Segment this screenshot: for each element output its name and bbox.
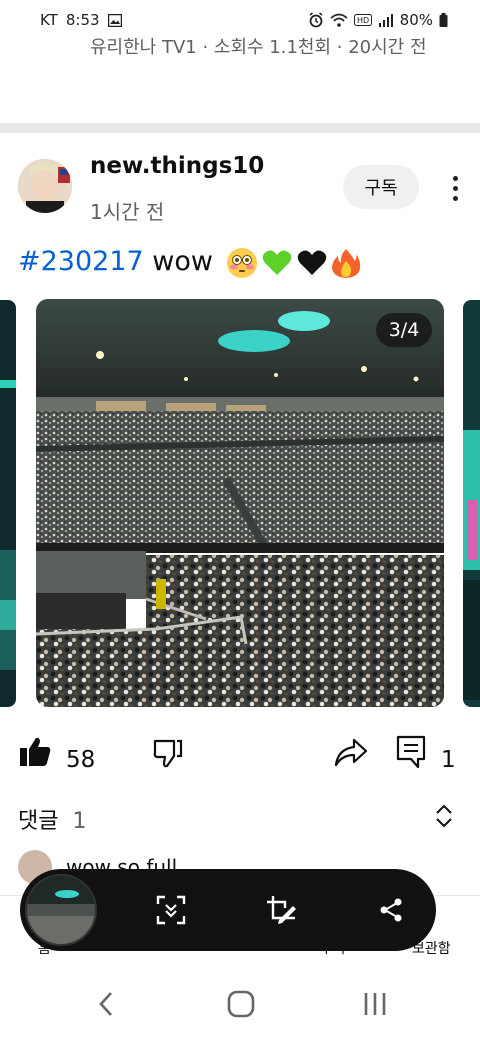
expand-collapse-icon[interactable] — [434, 803, 454, 829]
post-time: 1시간 전 — [90, 200, 165, 224]
battery-percent: 80% — [399, 11, 433, 29]
flushed-face-emoji — [226, 247, 257, 278]
system-navigation-bar — [0, 970, 480, 1040]
crop-edit-icon — [267, 896, 296, 924]
channel-avatar[interactable] — [18, 159, 72, 213]
recents-icon[interactable] — [362, 990, 388, 1018]
share-nodes-icon — [380, 898, 402, 922]
carrier-label: KT — [40, 11, 58, 29]
share-icon[interactable] — [334, 737, 368, 769]
more-dot — [452, 185, 458, 191]
carousel-next-image[interactable] — [463, 300, 480, 707]
gallery-notification-icon — [107, 13, 122, 27]
previous-post-meta: 유리한나 TV1 · 소회수 1.1천회 · 20시간 전 — [90, 37, 427, 58]
scroll-capture-icon — [156, 895, 186, 925]
like-icon[interactable] — [18, 735, 52, 769]
scroll-capture-button[interactable] — [154, 893, 188, 927]
back-icon[interactable] — [96, 990, 116, 1018]
comment-icon[interactable] — [396, 735, 426, 769]
signal-icon — [378, 14, 393, 27]
image-counter-badge: 3/4 — [376, 313, 432, 347]
wifi-icon — [330, 13, 348, 27]
hashtag-link[interactable]: #230217 — [18, 246, 144, 277]
fire-emoji — [331, 248, 360, 278]
hd-voice-icon: HD — [353, 14, 372, 26]
more-dot — [452, 175, 458, 181]
battery-icon — [439, 13, 448, 27]
dislike-icon[interactable] — [152, 737, 184, 769]
share-screenshot-button[interactable] — [374, 893, 408, 927]
subscribe-button[interactable]: 구독 — [343, 165, 419, 209]
comments-header[interactable]: 댓글 1 — [18, 803, 86, 835]
comment-count: 1 — [441, 747, 456, 773]
channel-name[interactable]: new.things10 — [90, 153, 264, 179]
post-actions: 58 1 — [0, 735, 480, 785]
post-text: #230217 wow — [18, 246, 361, 279]
comments-label: 댓글 — [18, 809, 59, 834]
home-icon[interactable] — [227, 990, 255, 1018]
alarm-icon — [309, 12, 323, 28]
post-body-text: wow — [152, 246, 213, 277]
more-dot — [452, 195, 458, 201]
clock: 8:53 — [65, 11, 100, 29]
emoji-row — [226, 247, 361, 279]
status-bar: KT 8:53 HD 80% — [0, 0, 480, 38]
like-count: 58 — [66, 747, 96, 773]
screenshot-toolbar — [20, 869, 436, 951]
more-options-button[interactable] — [440, 168, 470, 208]
post-image[interactable]: 3/4 — [36, 299, 444, 707]
black-heart-emoji — [297, 250, 326, 275]
crop-edit-button[interactable] — [264, 893, 298, 927]
comments-count: 1 — [72, 809, 87, 834]
green-heart-emoji — [262, 250, 291, 275]
screenshot-thumbnail[interactable] — [25, 874, 97, 946]
carousel-previous-image[interactable] — [0, 300, 16, 707]
section-divider — [0, 123, 480, 133]
svg-text:HD: HD — [357, 16, 369, 25]
